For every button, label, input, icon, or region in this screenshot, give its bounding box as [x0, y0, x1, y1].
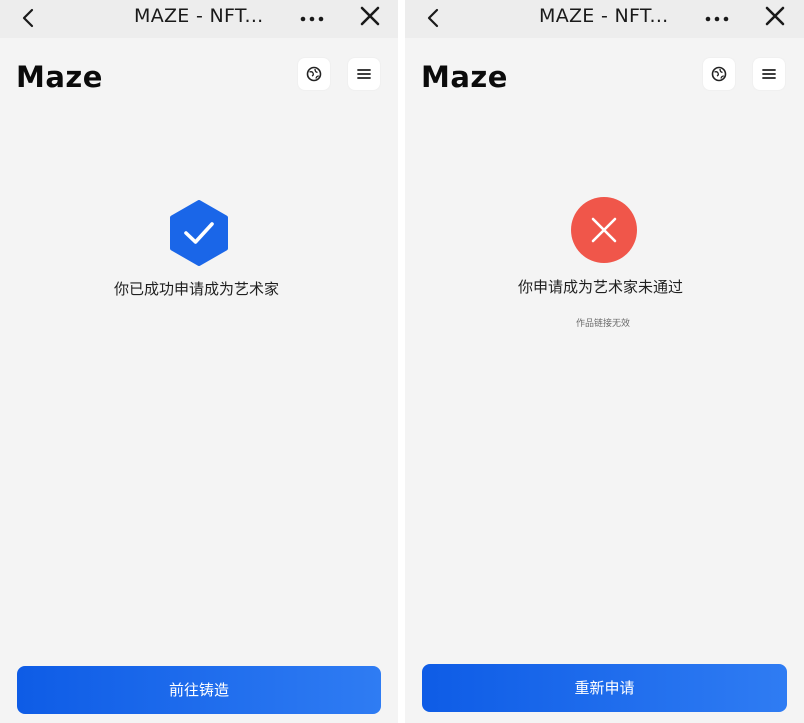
rejection-reason: 作品链接无效 [576, 319, 631, 329]
menu-icon [762, 69, 776, 79]
success-screen: MAZE - NFT... Maze 你已成功申请成为艺术家 前往铸造 [0, 0, 398, 723]
title-bar: MAZE - NFT... [0, 0, 398, 38]
language-button[interactable] [703, 58, 735, 90]
rejected-screen: MAZE - NFT... Maze 你申请成为艺术家未通过 作品链接无效 重新… [405, 0, 804, 723]
chevron-left-icon[interactable] [18, 7, 40, 29]
status-message: 你已成功申请成为艺术家 [114, 280, 280, 298]
go-mint-button[interactable]: 前往铸造 [17, 666, 381, 714]
window-title: MAZE - NFT... [134, 5, 264, 27]
title-bar: MAZE - NFT... [405, 0, 804, 38]
status-message: 你申请成为艺术家未通过 [518, 278, 684, 296]
menu-button[interactable] [348, 58, 380, 90]
more-horizontal-icon[interactable] [300, 16, 324, 22]
app-logo[interactable]: Maze [16, 60, 103, 94]
panel-divider [398, 0, 405, 723]
close-icon[interactable] [360, 6, 380, 26]
reapply-button[interactable]: 重新申请 [422, 664, 787, 712]
globe-icon [711, 66, 727, 82]
more-horizontal-icon[interactable] [705, 16, 729, 22]
chevron-left-icon[interactable] [423, 7, 445, 29]
close-icon[interactable] [765, 6, 785, 26]
app-logo[interactable]: Maze [421, 60, 508, 94]
circle-x-icon [571, 197, 637, 263]
menu-button[interactable] [753, 58, 785, 90]
window-title: MAZE - NFT... [539, 5, 669, 27]
language-button[interactable] [298, 58, 330, 90]
globe-icon [306, 66, 322, 82]
menu-icon [357, 69, 371, 79]
hexagon-check-icon [170, 200, 228, 266]
